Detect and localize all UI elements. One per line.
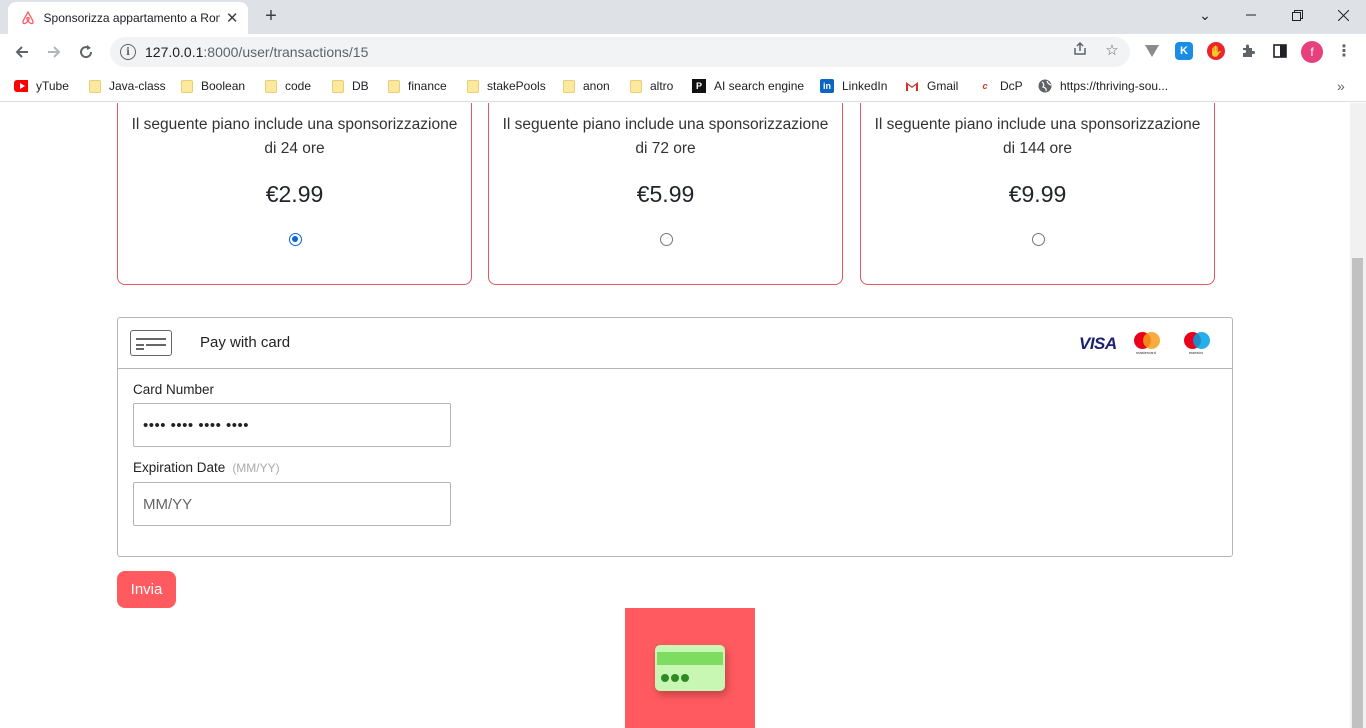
close-window-button[interactable] (1320, 0, 1366, 30)
restore-button[interactable] (1274, 0, 1320, 30)
scrollbar-thumb[interactable] (1352, 258, 1363, 728)
extensions-puzzle-icon[interactable] (1239, 42, 1257, 60)
folder-icon (181, 79, 193, 93)
dcp-icon: c (982, 81, 988, 91)
tab-title: Sponsorizza appartamento a Roma (43, 11, 221, 25)
plan-price: €2.99 (265, 181, 324, 207)
extension-k-icon[interactable]: K (1175, 42, 1193, 60)
expiration-label: Expiration Date (MM/YY) (133, 460, 280, 475)
folder-icon (89, 79, 101, 93)
bookmark-altro[interactable]: altro (630, 77, 673, 95)
bookmarks-overflow-icon[interactable]: » (1337, 77, 1345, 95)
payment-header: Pay with card VISA mastercard maestro (118, 318, 1232, 369)
folder-icon (467, 79, 479, 93)
bookmark-stakepools[interactable]: stakePools (467, 77, 546, 95)
mastercard-logo: mastercard (1131, 332, 1161, 355)
linkedin-icon: in (820, 79, 834, 93)
plan-description: Il seguente piano include una sponsorizz… (131, 116, 458, 157)
payment-loader (625, 608, 755, 728)
plan-card-24h[interactable]: Il seguente piano include una sponsorizz… (117, 103, 472, 285)
menu-kebab-icon[interactable]: ⋮ (1335, 42, 1353, 60)
folder-icon (332, 79, 344, 93)
card-number-label: Card Number (133, 382, 215, 397)
plan-radio[interactable] (659, 233, 673, 246)
plan-radio[interactable] (288, 233, 302, 246)
page-content: Il seguente piano include una sponsorizz… (0, 103, 1350, 728)
gmail-icon (905, 79, 919, 93)
bookmark-thriving[interactable]: https://thriving-sou... (1038, 77, 1168, 95)
folder-icon (265, 79, 277, 93)
bookmark-ai-search-engine[interactable]: P AI search engine (692, 77, 804, 95)
bookmark-finance[interactable]: finance (388, 77, 447, 95)
folder-icon (630, 79, 642, 93)
expiration-hint: (MM/YY) (232, 461, 280, 475)
payment-title: Pay with card (200, 334, 291, 351)
folder-icon (563, 79, 575, 93)
bookmark-java-class[interactable]: Java-class (89, 77, 166, 95)
browser-toolbar: i 127.0.0.1:8000/user/transactions/15 ☆ … (0, 34, 1366, 70)
adblock-icon[interactable]: ✋ (1207, 42, 1225, 60)
plan-price: €9.99 (1008, 181, 1067, 207)
bookmark-dcp[interactable]: c DcP (978, 77, 1022, 95)
side-panel-icon[interactable] (1271, 42, 1289, 60)
bookmark-gmail[interactable]: Gmail (905, 77, 958, 95)
bookmarks-bar: yTube Java-class Boolean code DB finance… (0, 70, 1366, 102)
perplexity-icon: P (692, 79, 706, 93)
plan-description: Il seguente piano include una sponsorizz… (874, 116, 1201, 157)
plan-card-144h[interactable]: Il seguente piano include una sponsorizz… (860, 103, 1215, 285)
bookmark-db[interactable]: DB (332, 77, 369, 95)
profile-avatar[interactable]: f (1301, 41, 1323, 63)
forward-button[interactable] (40, 38, 68, 66)
globe-icon (1038, 79, 1052, 93)
youtube-icon (14, 79, 28, 93)
expiration-date-input[interactable] (133, 482, 451, 526)
reload-button[interactable] (72, 38, 100, 66)
bookmark-code[interactable]: code (265, 77, 311, 95)
tab-strip: Sponsorizza appartamento a Roma ✕ + ⌄ (0, 0, 1366, 34)
plan-radio[interactable] (1031, 233, 1045, 246)
minimize-button[interactable] (1228, 0, 1274, 30)
plan-card-72h[interactable]: Il seguente piano include una sponsorizz… (488, 103, 843, 285)
plan-price: €5.99 (636, 181, 695, 207)
address-bar[interactable]: i 127.0.0.1:8000/user/transactions/15 (110, 37, 1130, 67)
new-tab-button[interactable]: + (260, 6, 282, 28)
bookmark-anon[interactable]: anon (563, 77, 610, 95)
site-info-icon[interactable]: i (120, 44, 136, 60)
browser-tab[interactable]: Sponsorizza appartamento a Roma ✕ (8, 2, 248, 34)
plan-description: Il seguente piano include una sponsorizz… (502, 116, 829, 157)
credit-card-icon (130, 330, 172, 356)
card-number-input[interactable] (133, 403, 451, 447)
bookmark-linkedin[interactable]: in LinkedIn (820, 77, 887, 95)
tab-search-icon[interactable]: ⌄ (1182, 0, 1228, 30)
share-icon[interactable] (1071, 41, 1089, 59)
maestro-logo: maestro (1181, 332, 1211, 355)
close-icon[interactable]: ✕ (224, 9, 240, 27)
bookmark-star-icon[interactable]: ☆ (1103, 41, 1121, 59)
bookmark-ytube[interactable]: yTube (14, 77, 69, 95)
airbnb-icon (20, 10, 36, 26)
credit-card-icon (655, 645, 725, 691)
back-button[interactable] (8, 38, 36, 66)
folder-icon (388, 79, 400, 93)
url-text: 127.0.0.1:8000/user/transactions/15 (145, 44, 369, 60)
extension-v-icon[interactable] (1143, 42, 1161, 60)
payment-form: Pay with card VISA mastercard maestro Ca… (117, 317, 1233, 557)
bookmark-boolean[interactable]: Boolean (181, 77, 245, 95)
submit-button[interactable]: Invia (117, 571, 176, 608)
visa-logo: VISA (1079, 334, 1117, 353)
